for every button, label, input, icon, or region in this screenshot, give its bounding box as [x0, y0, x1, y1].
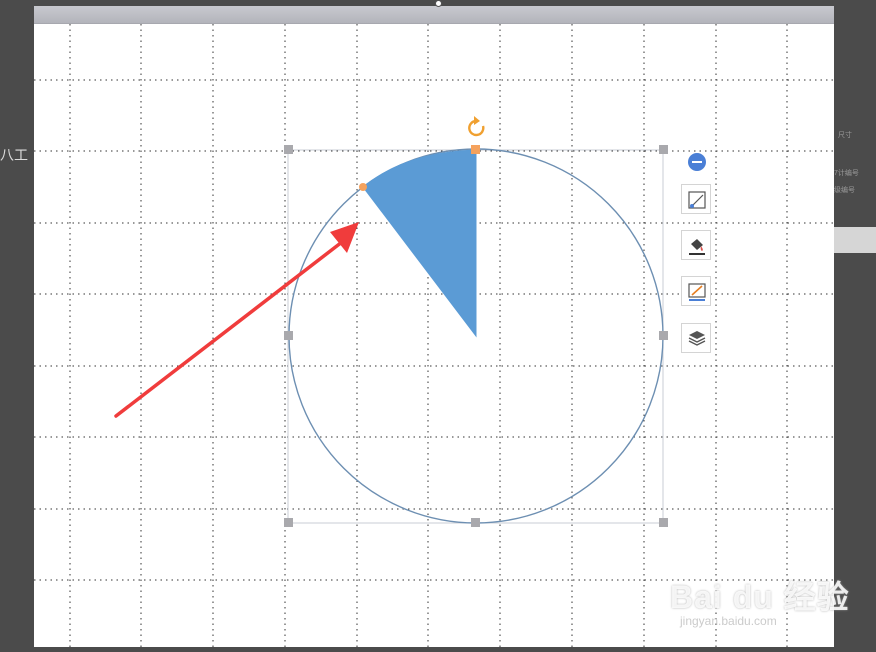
paint-bucket-icon: [689, 239, 705, 255]
resize-handle-middle-left[interactable]: [284, 331, 293, 340]
left-edge-text: 八工: [0, 147, 28, 163]
shape-layout-icon: [688, 191, 706, 209]
outline-button[interactable]: [681, 276, 711, 306]
right-panel-text-2: 7计编号: [834, 170, 859, 177]
right-panel-text-3: 级编号: [834, 187, 855, 194]
right-panel-bar: [834, 227, 876, 253]
annotation-arrow: [114, 222, 359, 418]
pen-outline-icon: [688, 283, 706, 301]
resize-handle-bottom-center[interactable]: [471, 518, 480, 527]
layout-options-button[interactable]: [681, 184, 711, 214]
arrange-button[interactable]: [681, 323, 711, 353]
resize-handle-bottom-right[interactable]: [659, 518, 668, 527]
rotate-icon[interactable]: [468, 116, 485, 137]
watermark-url: jingyan.baidu.com: [680, 614, 777, 628]
right-panel-text-1: 尺寸: [838, 132, 852, 139]
right-side-panel: 尺寸 7计编号 级编号: [834, 125, 876, 265]
adjust-handle-angle[interactable]: [359, 183, 367, 191]
dotted-gridlines: [34, 24, 834, 647]
layers-icon: [688, 331, 706, 346]
fill-button[interactable]: [681, 230, 711, 260]
resize-handle-top-right[interactable]: [659, 145, 668, 154]
minus-circle-icon[interactable]: [688, 153, 706, 171]
top-resize-handle[interactable]: [435, 0, 442, 7]
baidu-watermark: Bai du 经验 jingyan.baidu.com: [668, 572, 849, 632]
drawing-surface: [34, 24, 834, 647]
slide-canvas[interactable]: [34, 24, 834, 647]
resize-handle-middle-right[interactable]: [659, 331, 668, 340]
pie-sector[interactable]: [362, 149, 477, 338]
resize-handle-bottom-left[interactable]: [284, 518, 293, 527]
resize-handle-top-left[interactable]: [284, 145, 293, 154]
watermark-logo: Bai du 经验: [670, 579, 850, 615]
adjust-handle-top[interactable]: [471, 145, 480, 154]
slide-top-bar: [34, 6, 834, 24]
